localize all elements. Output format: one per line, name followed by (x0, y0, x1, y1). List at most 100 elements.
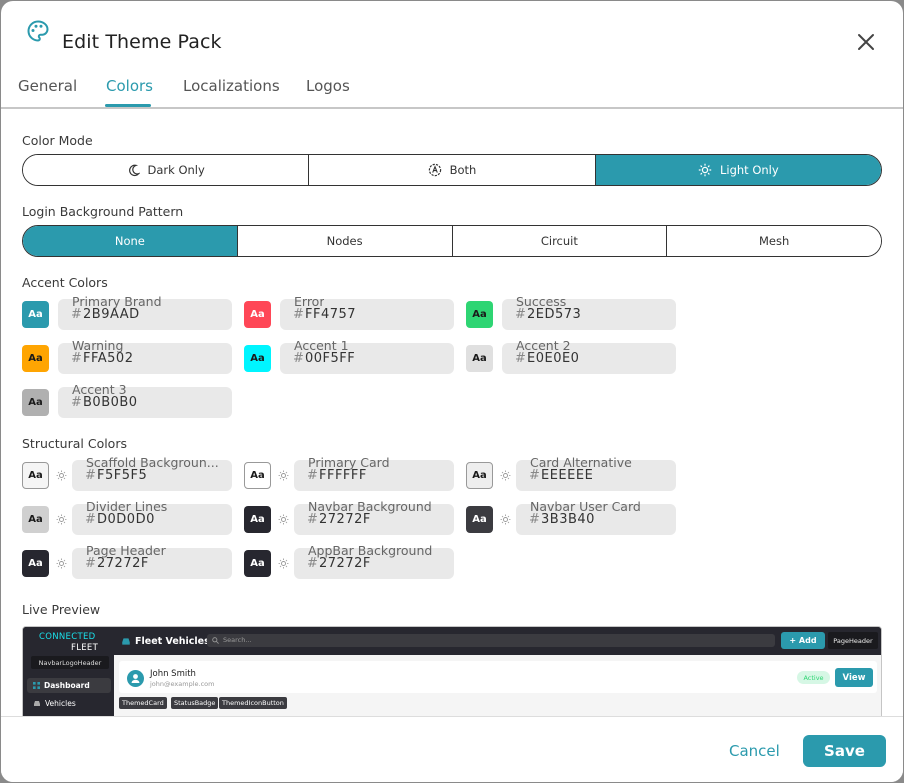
color-swatch[interactable]: Aa (466, 345, 493, 372)
color-swatch[interactable]: Aa (22, 345, 49, 372)
hash-prefix: # (307, 512, 318, 527)
preview-brand-line1: CONNECTED (39, 632, 96, 642)
cancel-button[interactable]: Cancel (729, 742, 780, 760)
color-swatch[interactable]: Aa (466, 506, 493, 533)
car-icon (34, 701, 40, 706)
color-hex-field[interactable]: Success #2ED573 (502, 294, 676, 330)
preview-tag-themed-icon-button: ThemedIconButton (219, 697, 287, 709)
color-mode-selector: Dark Only Both Light Only (22, 154, 882, 186)
preview-brand-line2: FLEET (71, 643, 99, 653)
active-tab-indicator (105, 104, 151, 107)
color-hex-field[interactable]: AppBar Background #27272F (294, 543, 454, 579)
hash-prefix: # (515, 351, 526, 366)
color-hex-value: FF4757 (305, 307, 357, 322)
color-mode-light-only-label: Light Only (719, 163, 779, 177)
color-hex-field[interactable]: Scaffold Backgroun... # F5F5F5 (72, 455, 232, 491)
color-swatch[interactable]: Aa (466, 462, 493, 489)
hash-prefix: # (71, 307, 82, 322)
color-mode-both-label: Both (449, 163, 477, 177)
color-mode-both[interactable]: Both (309, 155, 596, 185)
tab-general[interactable]: General (18, 77, 77, 95)
color-swatch[interactable]: Aa (22, 506, 49, 533)
color-hex-field[interactable]: Navbar User Card #3B3B40 (516, 499, 676, 535)
hash-prefix: # (85, 512, 96, 527)
sun-icon (56, 558, 67, 569)
save-button[interactable]: Save (803, 735, 886, 767)
moon-icon (128, 164, 140, 176)
sun-icon (278, 514, 289, 525)
preview-user-email: john@example.com (150, 680, 215, 688)
tab-colors[interactable]: Colors (106, 77, 153, 95)
color-hex-field[interactable]: Error # FF4757 (280, 294, 454, 330)
color-swatch[interactable]: Aa (22, 550, 49, 577)
color-hex-field[interactable]: Page Header #27272F (72, 543, 232, 579)
color-hex-field[interactable]: Divider Lines # D0D0D0 (72, 499, 232, 535)
color-swatch[interactable]: Aa (244, 345, 271, 372)
color-swatch[interactable]: Aa (22, 462, 49, 489)
hash-prefix: # (293, 307, 304, 322)
hash-prefix: # (71, 395, 82, 410)
preview-card: John Smith john@example.com Active View (119, 661, 877, 693)
color-hex-value: FFFFFF (319, 468, 367, 483)
live-preview-label: Live Preview (22, 602, 101, 617)
sun-icon (500, 514, 511, 525)
color-mode-dark-only[interactable]: Dark Only (23, 155, 310, 185)
live-preview: CONNECTED FLEET NavbarLogoHeader Dashboa… (22, 626, 882, 716)
hash-prefix: # (293, 351, 304, 366)
color-swatch[interactable]: Aa (466, 301, 493, 328)
sun-icon (56, 470, 67, 481)
preview-logo-header-tag: NavbarLogoHeader (31, 656, 109, 669)
dialog-title: Edit Theme Pack (62, 31, 222, 53)
user-icon (131, 674, 140, 683)
hash-prefix: # (515, 307, 526, 322)
color-hex-value: 3B3B40 (541, 512, 595, 527)
color-mode-light-only[interactable]: Light Only (595, 155, 881, 185)
color-hex-field[interactable]: Navbar Background #27272F (294, 499, 454, 535)
preview-view-button: View (835, 668, 873, 687)
color-hex-field[interactable]: Primary Brand #2B9AAD (58, 294, 232, 330)
accent-colors-label: Accent Colors (22, 275, 108, 290)
tab-localizations[interactable]: Localizations (183, 77, 280, 95)
login-pattern-label: Login Background Pattern (22, 204, 184, 219)
login-pattern-selector: None Nodes Circuit Mesh (22, 225, 882, 257)
color-swatch[interactable]: Aa (22, 389, 49, 416)
color-hex-field[interactable]: Card Alternative # EEEEEE (516, 455, 676, 491)
grid-icon (33, 682, 40, 689)
preview-nav-vehicles: Vehicles (27, 696, 111, 711)
hash-prefix: # (529, 468, 540, 483)
color-hex-field[interactable]: Primary Card # FFFFFF (294, 455, 454, 491)
hash-prefix: # (71, 351, 82, 366)
color-swatch[interactable]: Aa (244, 301, 271, 328)
search-icon (212, 637, 219, 644)
preview-content: John Smith john@example.com Active View … (114, 655, 881, 716)
color-swatch[interactable]: Aa (244, 506, 271, 533)
color-hex-field[interactable]: Accent 3 # B0B0B0 (58, 382, 232, 418)
hash-prefix: # (85, 556, 96, 571)
color-swatch[interactable]: Aa (22, 301, 49, 328)
color-swatch[interactable]: Aa (244, 550, 271, 577)
preview-tag-themed-card: ThemedCard (119, 697, 167, 709)
edit-theme-pack-dialog: Edit Theme Pack General Colors Localizat… (1, 1, 903, 782)
preview-appbar-title: Fleet Vehicles (135, 636, 210, 647)
pattern-none[interactable]: None (23, 226, 238, 256)
hash-prefix: # (307, 556, 318, 571)
color-hex-value: 2ED573 (527, 307, 582, 322)
color-hex-field[interactable]: Accent 1 #00F5FF (280, 338, 454, 374)
color-swatch[interactable]: Aa (244, 462, 271, 489)
preview-nav-dashboard: Dashboard (27, 678, 111, 693)
color-mode-dark-only-label: Dark Only (147, 163, 205, 177)
color-hex-field[interactable]: Accent 2 # E0E0E0 (502, 338, 676, 374)
preview-appbar: Fleet Vehicles Search... + Add PageHeade… (114, 627, 881, 655)
pattern-nodes[interactable]: Nodes (237, 226, 453, 256)
preview-add-button: + Add (781, 632, 825, 649)
sun-icon (278, 558, 289, 569)
close-icon[interactable] (855, 31, 877, 53)
hash-prefix: # (307, 468, 318, 483)
color-hex-value: D0D0D0 (97, 512, 155, 527)
color-hex-field[interactable]: Warning # FFA502 (58, 338, 232, 374)
sun-icon (698, 163, 712, 177)
tab-logos[interactable]: Logos (306, 77, 350, 95)
dialog-footer: Cancel Save (1, 716, 903, 782)
pattern-circuit[interactable]: Circuit (452, 226, 668, 256)
pattern-mesh[interactable]: Mesh (667, 226, 881, 256)
